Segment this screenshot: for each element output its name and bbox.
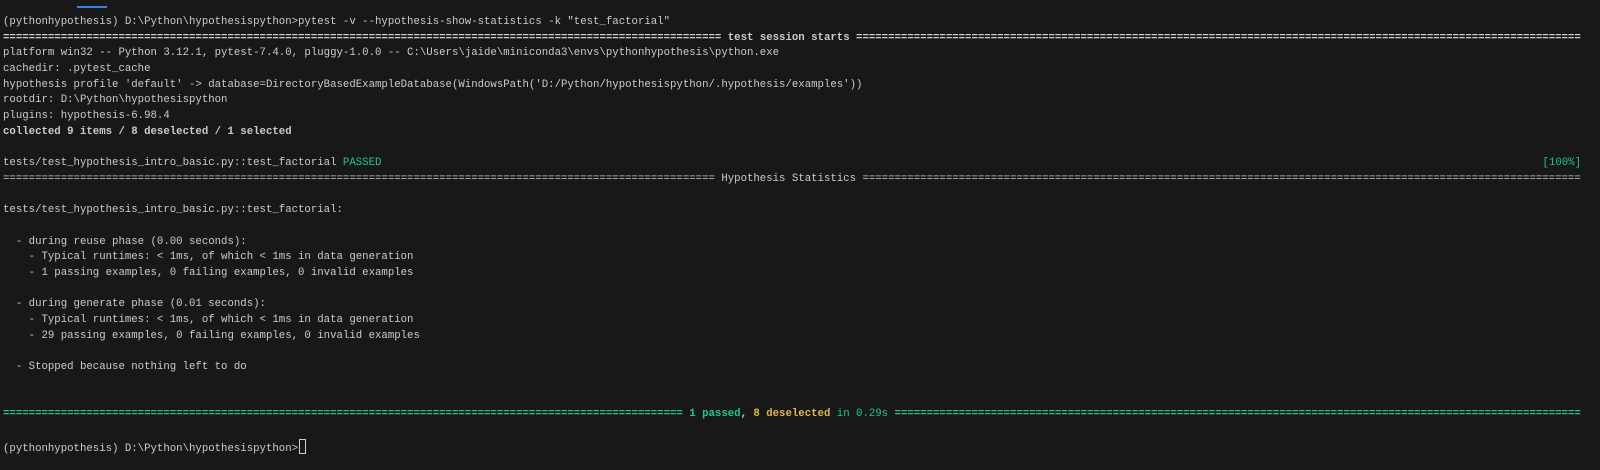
collected-line: collected 9 items / 8 deselected / 1 sel… <box>3 125 292 138</box>
test-result-row: tests/test_hypothesis_intro_basic.py::te… <box>3 156 1581 172</box>
summary-deselected: 8 deselected <box>753 408 831 421</box>
reuse-examples: - 1 passing examples, 0 failing examples… <box>3 267 414 279</box>
profile-line: hypothesis profile 'default' -> database… <box>3 78 863 91</box>
summary-passed: 1 passed <box>689 408 741 421</box>
generate-runtime: - Typical runtimes: < 1ms, of which < 1m… <box>3 314 414 327</box>
stats-separator: ========================================… <box>3 172 1581 185</box>
generate-examples: - 29 passing examples, 0 failing example… <box>3 329 420 342</box>
summary-time: in 0.29s <box>830 408 889 421</box>
generate-phase: - during generate phase (0.01 seconds): <box>3 298 266 311</box>
reuse-runtime: - Typical runtimes: < 1ms, of which < 1m… <box>3 251 414 264</box>
prompt-line[interactable]: (pythonhypothesis) D:\Python\hypothesisp… <box>3 438 1581 455</box>
cursor <box>299 438 307 454</box>
stats-test-name: tests/test_hypothesis_intro_basic.py::te… <box>3 204 343 217</box>
rootdir-line: rootdir: D:\Python\hypothesispython <box>3 94 228 107</box>
test-id: tests/test_hypothesis_intro_basic.py::te… <box>3 157 343 170</box>
reuse-phase: - during reuse phase (0.00 seconds): <box>3 235 247 248</box>
stop-reason: - Stopped because nothing left to do <box>3 361 247 374</box>
cachedir-line: cachedir: .pytest_cache <box>3 63 151 76</box>
test-status: PASSED <box>342 157 382 170</box>
plugins-line: plugins: hypothesis-6.98.4 <box>3 110 170 123</box>
command-line: (pythonhypothesis) D:\Python\hypothesisp… <box>3 16 671 28</box>
active-tab-indicator <box>77 6 107 8</box>
test-progress: [100%] <box>1542 157 1581 170</box>
platform-line: platform win32 -- Python 3.12.1, pytest-… <box>3 47 780 60</box>
prompt: (pythonhypothesis) D:\Python\hypothesisp… <box>3 442 299 455</box>
summary-separator: ========================================… <box>3 408 1581 421</box>
terminal-output[interactable]: (pythonhypothesis) D:\Python\hypothesisp… <box>3 15 1581 455</box>
session-separator: ========================================… <box>3 31 1581 44</box>
